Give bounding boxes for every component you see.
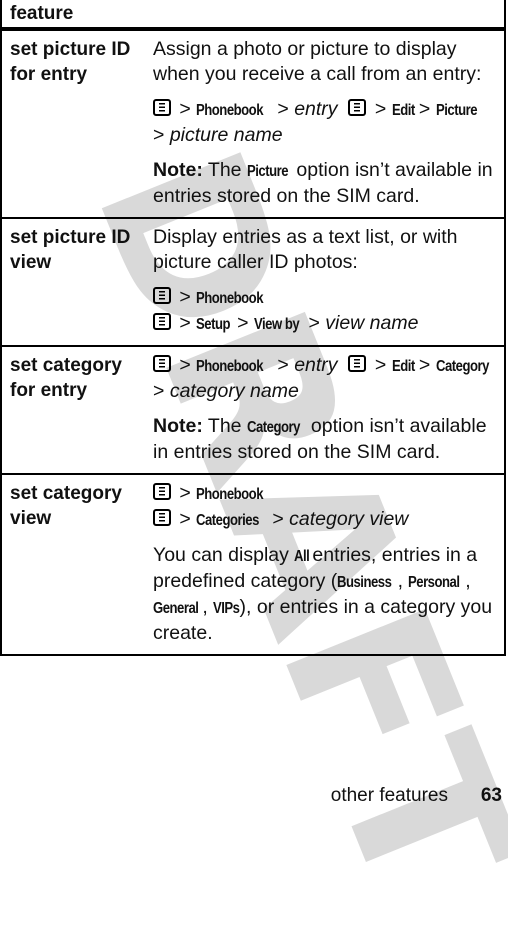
path-separator: > [179, 286, 191, 308]
path-variable: picture name [169, 124, 283, 146]
table-row: set picture ID for entry Assign a photo … [2, 31, 504, 219]
menu-command: Edit [391, 358, 415, 375]
menu-command: Edit [391, 102, 415, 119]
menu-command: Category [435, 358, 489, 375]
page-number: 63 [480, 785, 502, 806]
path-separator: > [374, 98, 387, 120]
description-intro: Assign a photo or picture to display whe… [153, 38, 482, 85]
path-separator: > [277, 98, 289, 120]
path-separator: > [179, 98, 191, 120]
category-name: General [153, 600, 199, 617]
path-separator: > [179, 508, 191, 530]
description-body: You can display All entries, entries in … [153, 544, 493, 644]
category-name: Business [337, 574, 392, 591]
note-label: Note: [153, 415, 203, 437]
path-separator: > [308, 312, 320, 334]
feature-name-line: set picture ID [10, 39, 131, 60]
body-text: ), or entries in a category you create. [153, 596, 493, 644]
menu-command: Phonebook [196, 102, 264, 119]
feature-description: > Phonebook > entry > Edit > Category > … [153, 353, 504, 465]
path-separator: > [374, 354, 387, 376]
menu-command: Phonebook [196, 486, 264, 503]
note-text: The [207, 159, 242, 181]
feature-name-line: view [10, 252, 52, 273]
menu-command: Category [246, 419, 300, 436]
path-variable: entry [294, 98, 338, 120]
path-separator: > [277, 354, 289, 376]
path-variable: category name [169, 380, 299, 402]
menu-key-icon [153, 287, 171, 304]
menu-path: > Phonebook > entry > Edit > Category > … [153, 353, 496, 404]
feature-description: Assign a photo or picture to display whe… [153, 37, 504, 209]
menu-command: Setup [196, 316, 231, 333]
feature-name: set picture ID view [2, 225, 153, 337]
path-variable: view name [325, 312, 419, 334]
description-intro: Display entries as a text list, or with … [153, 226, 458, 273]
path-separator: > [418, 98, 431, 120]
menu-command: Phonebook [196, 290, 264, 307]
section-title: other features [330, 785, 448, 806]
note-text: option isn’t available in entries stored… [153, 415, 487, 463]
menu-command: Picture [435, 102, 478, 119]
feature-name-line: for entry [10, 64, 88, 85]
category-name: Personal [408, 574, 460, 591]
feature-name: set category view [2, 481, 153, 646]
menu-command: Picture [246, 163, 289, 180]
path-separator: > [418, 354, 431, 376]
note-text: option isn’t available in entries stored… [153, 159, 493, 207]
menu-key-icon [153, 483, 171, 500]
path-variable: category view [289, 508, 409, 530]
table-row: set picture ID view Display entries as a… [2, 219, 504, 347]
feature-name: set picture ID for entry [2, 37, 153, 209]
menu-key-icon [348, 355, 367, 372]
path-separator: > [153, 124, 165, 146]
feature-description: > Phonebook > Categories > category view… [153, 481, 504, 646]
menu-command: All [294, 548, 310, 565]
table-row: set category view > Phonebook > Categori… [2, 475, 504, 654]
menu-key-icon [153, 313, 171, 330]
note-label: Note: [153, 159, 203, 181]
note-text: The [207, 415, 242, 437]
path-separator: > [237, 312, 249, 334]
menu-path: > Phonebook > Categories > category view [153, 481, 496, 533]
menu-key-icon [153, 509, 171, 526]
feature-name: set category for entry [2, 353, 153, 465]
path-separator: > [153, 380, 165, 402]
menu-command: Categories [196, 512, 260, 529]
feature-name-line: set category [10, 355, 122, 376]
page-footer: other features 63 [0, 785, 508, 815]
table-row: set category for entry > Phonebook > ent… [2, 347, 504, 475]
path-variable: entry [294, 354, 338, 376]
path-separator: > [179, 354, 191, 376]
feature-name-line: set picture ID [10, 227, 131, 248]
menu-key-icon [153, 99, 171, 116]
category-name: VIPs [213, 600, 240, 617]
feature-description: Display entries as a text list, or with … [153, 225, 504, 337]
menu-command: Phonebook [196, 358, 264, 375]
path-separator: > [179, 312, 191, 334]
feature-name-line: view [10, 508, 52, 529]
feature-name-line: set category [10, 483, 122, 504]
body-text: You can display [153, 544, 289, 566]
menu-command: View by [253, 316, 300, 333]
note: Note: The Category option isn’t availabl… [153, 414, 496, 465]
path-separator: > [179, 482, 191, 504]
path-separator: > [272, 508, 284, 530]
table-header: feature [2, 0, 504, 31]
menu-key-icon [348, 99, 367, 116]
menu-path: > Phonebook > Setup > View by > view nam… [153, 285, 496, 337]
feature-table: feature set picture ID for entry Assign … [0, 0, 506, 656]
menu-path: > Phonebook > entry > Edit > Picture > p… [153, 97, 496, 148]
note: Note: The Picture option isn’t available… [153, 158, 496, 209]
feature-name-line: for entry [10, 380, 88, 401]
menu-key-icon [153, 355, 171, 372]
